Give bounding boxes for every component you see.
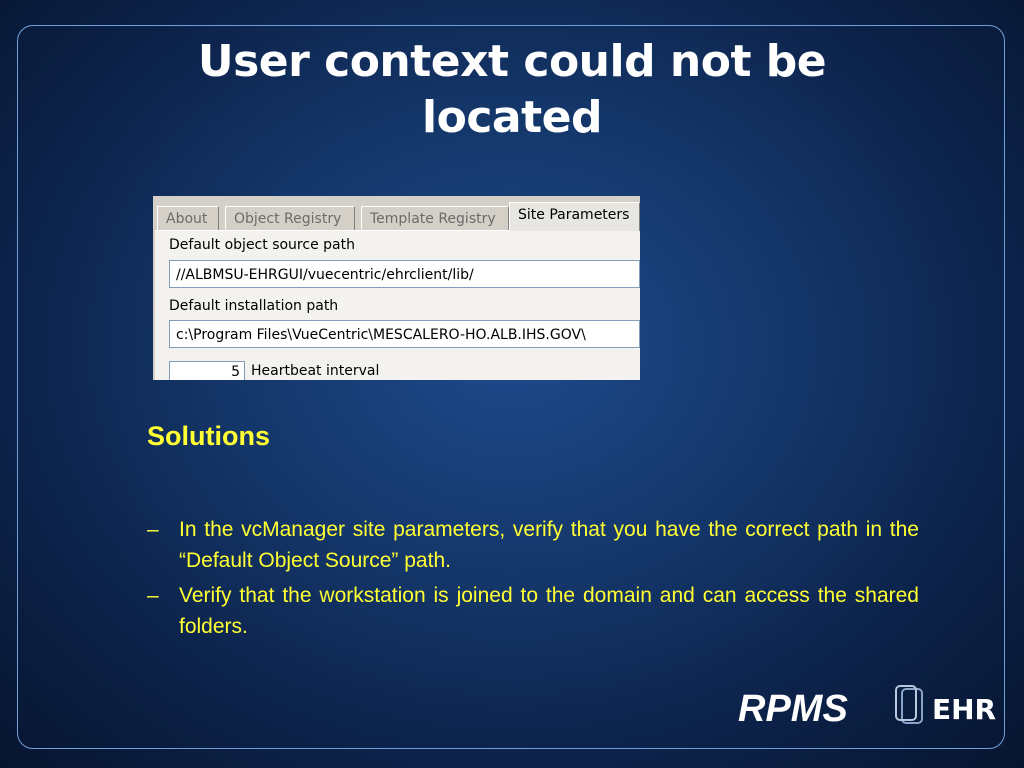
install-path-label: Default installation path bbox=[169, 298, 339, 314]
heartbeat-interval-field[interactable]: 5 bbox=[169, 361, 245, 380]
tab-about[interactable]: About bbox=[157, 206, 219, 230]
slide-title-line1: User context could not be bbox=[197, 36, 827, 87]
solutions-list: – In the vcManager site parameters, veri… bbox=[147, 514, 919, 646]
slide-title-line2: located bbox=[422, 92, 602, 143]
object-source-label: Default object source path bbox=[169, 237, 355, 253]
tab-object-registry[interactable]: Object Registry bbox=[225, 206, 355, 230]
solution-text: Verify that the workstation is joined to… bbox=[179, 584, 919, 638]
bullet-dash: – bbox=[147, 584, 159, 607]
tab-site-parameters[interactable]: Site Parameters bbox=[509, 202, 640, 231]
site-parameters-screenshot: About Object Registry Template Registry … bbox=[153, 196, 640, 380]
solutions-heading: Solutions bbox=[147, 421, 270, 451]
logo-frame-back bbox=[901, 688, 923, 724]
site-parameters-panel: Default object source path //ALBMSU-EHRG… bbox=[155, 230, 640, 380]
solution-text: In the vcManager site parameters, verify… bbox=[179, 518, 919, 572]
list-item: – Verify that the workstation is joined … bbox=[147, 580, 919, 642]
object-source-field[interactable]: //ALBMSU-EHRGUI/vuecentric/ehrclient/lib… bbox=[169, 260, 640, 288]
install-path-field[interactable]: c:\Program Files\VueCentric\MESCALERO-HO… bbox=[169, 320, 640, 348]
tab-strip: About Object Registry Template Registry … bbox=[153, 196, 640, 231]
logo-brand: RPMS bbox=[738, 688, 848, 730]
list-item: – In the vcManager site parameters, veri… bbox=[147, 514, 919, 576]
rpms-ehr-logo: RPMS EHR bbox=[738, 685, 996, 730]
slide-title: User context could not be located bbox=[100, 34, 924, 146]
tab-template-registry[interactable]: Template Registry bbox=[361, 206, 509, 230]
bullet-dash: – bbox=[147, 518, 159, 541]
heartbeat-interval-label: Heartbeat interval bbox=[251, 363, 380, 379]
logo-frame-front bbox=[895, 685, 917, 721]
logo-suffix: EHR bbox=[932, 693, 996, 726]
